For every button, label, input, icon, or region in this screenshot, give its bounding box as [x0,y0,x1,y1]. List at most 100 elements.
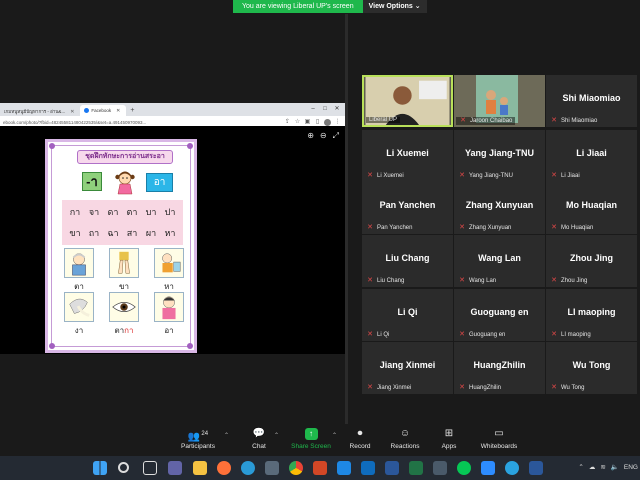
participant-name-label: ✕ Wang Lan [458,277,496,285]
participant-tile[interactable]: Jiang Xinmei ✕ Jiang Xinmei [362,342,453,394]
participant-tile[interactable]: Li Jiaai ✕ Li Jiaai [546,130,637,182]
participant-name-label: ✕ Shi Miaomiao [550,117,597,125]
participant-tile[interactable]: ✕ Jaroon Chaibao [454,75,545,127]
participants-button[interactable]: 👥24 Participants [174,427,222,450]
wifi-icon[interactable]: ≋ [600,463,605,471]
firefox-icon[interactable] [217,461,231,475]
participant-name: Li Jiaai [561,173,580,179]
blue-app-icon[interactable] [337,461,351,475]
calculator-icon[interactable] [433,461,447,475]
file-explorer-icon[interactable] [193,461,207,475]
powerpoint-icon[interactable] [313,461,327,475]
extension-icon[interactable]: ▣ [304,119,311,126]
word-doc-icon[interactable] [529,461,543,475]
browser-toolbar-icons: ⇪ ☆ ▣ ▯ ⋮ [284,119,345,126]
participant-name-label: ✕ Wu Tong [550,384,584,392]
record-icon: ⏺ [357,428,363,439]
zoom-out-icon[interactable]: ⊖ [320,131,327,141]
participant-display-name: Pan Yanchen [379,200,436,210]
participant-name: Liu Chang [377,278,405,284]
search-icon[interactable] [118,462,129,473]
line-icon[interactable] [457,461,471,475]
language-indicator[interactable]: ENG [624,464,638,471]
viewer-tools: ⊕ ⊖ ⤢ [307,131,339,141]
profile-avatar[interactable] [324,119,331,126]
store-icon[interactable] [265,461,279,475]
star-icon[interactable]: ☆ [294,119,301,126]
participant-tile[interactable]: Liberal UP [362,75,453,127]
teams-chat-icon[interactable] [168,461,182,475]
mail-icon[interactable] [361,461,375,475]
browser-tab[interactable]: เกมหนูหนูมีปัญหาการ - อ่าน&... ✕ [0,105,80,116]
apps-button[interactable]: ⊞ Apps [425,427,473,450]
participant-tile[interactable]: Yang Jiang-TNU ✕ Yang Jiang-TNU [454,130,545,182]
speaker-icon[interactable]: 🔈 [611,463,619,471]
muted-mic-icon: ✕ [460,117,466,124]
share-screen-icon: ↑ [304,428,318,440]
chevron-up-icon[interactable]: ⌃ [578,463,583,471]
zoom-meeting-window: You are viewing Liberal UP's screen View… [0,0,640,480]
windows-start-icon[interactable] [93,461,107,475]
zoom-in-icon[interactable]: ⊕ [307,131,314,141]
participant-name: Guoguang en [469,332,506,338]
participant-tile[interactable]: Wang Lan ✕ Wang Lan [454,235,545,287]
chrome-icon[interactable] [289,461,303,475]
url-text[interactable]: ebook.com/photo/?fbid=482455811480422535… [0,120,284,125]
menu-icon[interactable]: ⋮ [334,119,341,126]
participant-tile[interactable]: LI maoping ✕ LI maoping [546,289,637,341]
new-tab-button[interactable]: + [126,105,138,116]
participant-tile[interactable]: Mo Huaqian ✕ Mo Huaqian [546,182,637,234]
participant-name-label: Liberal UP [366,117,401,123]
close-icon[interactable]: ✕ [70,109,74,115]
close-icon[interactable]: ✕ [331,103,343,115]
participant-tile[interactable]: Pan Yanchen ✕ Pan Yanchen [362,182,453,234]
zoom-icon[interactable] [481,461,495,475]
word-icon[interactable] [385,461,399,475]
participant-tile[interactable]: Liu Chang ✕ Liu Chang [362,235,453,287]
participant-tile[interactable]: Shi Miaomiao ✕ Shi Miaomiao [546,75,637,127]
edge-icon[interactable] [241,461,255,475]
view-options-button[interactable]: View Options ⌄ [362,0,427,13]
apps-label: Apps [441,443,457,450]
whiteboards-button[interactable]: ▭ Whiteboards [475,427,523,450]
record-button[interactable]: ⏺ Record [336,427,384,450]
participant-tile[interactable]: Zhou Jing ✕ Zhou Jing [546,235,637,287]
muted-mic-icon: ✕ [551,277,557,284]
sidebar-icon[interactable]: ▯ [314,119,321,126]
share-banner: You are viewing Liberal UP's screen View… [233,0,427,13]
participant-tile[interactable]: Li Xuemei ✕ Li Xuemei [362,130,453,182]
participant-name-label: ✕ Zhang Xunyuan [458,224,511,232]
participant-tile[interactable]: Li Qi ✕ Li Qi [362,289,453,341]
fullscreen-icon[interactable]: ⤢ [333,131,339,141]
browser-tab-active[interactable]: Facebook ✕ [80,105,127,116]
share-screen-button[interactable]: ↑ Share Screen [287,427,335,450]
participant-name-label: ✕ Zhou Jing [550,277,587,285]
participant-name: Wang Lan [469,278,497,284]
excel-icon[interactable] [409,461,423,475]
participant-display-name: Zhang Xunyuan [465,200,534,210]
participant-name: Liberal UP [369,117,398,123]
split-divider[interactable] [345,14,348,424]
maximize-icon[interactable]: □ [319,103,331,115]
participant-tile[interactable]: Wu Tong ✕ Wu Tong [546,342,637,394]
muted-mic-icon: ✕ [459,277,465,284]
task-view-icon[interactable] [143,461,157,475]
share-icon[interactable]: ⇪ [284,119,291,126]
participant-name: HuangZhilin [469,385,502,391]
muted-mic-icon: ✕ [459,224,465,231]
chevron-up-icon[interactable]: ⌃ [274,432,279,439]
reactions-button[interactable]: ☺ Reactions [381,427,429,450]
syllable: ผา [145,227,157,238]
participant-tile[interactable]: HuangZhilin ✕ HuangZhilin [454,342,545,394]
minimize-icon[interactable]: – [307,103,319,115]
participant-tile[interactable]: Zhang Xunyuan ✕ Zhang Xunyuan [454,182,545,234]
muted-mic-icon: ✕ [367,224,373,231]
participant-tile[interactable]: Guoguang en ✕ Guoguang en [454,289,545,341]
muted-mic-icon: ✕ [367,172,373,179]
cloud-icon[interactable]: ☁ [589,463,596,471]
telegram-icon[interactable] [505,461,519,475]
chevron-up-icon[interactable]: ⌃ [224,432,229,439]
participant-name: LI maoping [561,332,591,338]
old-man-icon [64,248,94,278]
close-icon[interactable]: ✕ [116,108,120,114]
